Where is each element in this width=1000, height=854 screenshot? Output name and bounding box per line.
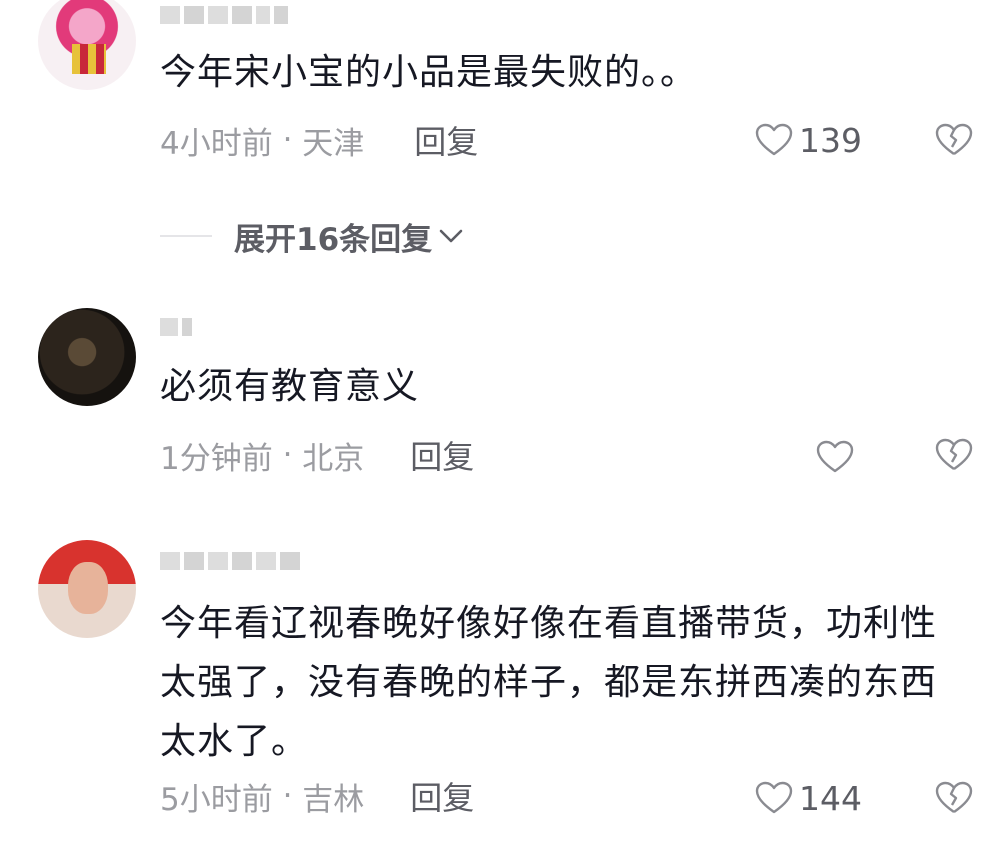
divider-line bbox=[160, 235, 212, 237]
username-blurred[interactable] bbox=[160, 550, 300, 572]
meta-separator: · bbox=[272, 778, 303, 814]
meta-separator: · bbox=[272, 437, 303, 473]
avatar[interactable] bbox=[38, 0, 136, 90]
broken-heart-icon bbox=[935, 438, 973, 470]
comment-item: 今年看辽视春晚好像好像在看直播带货，功利性太强了，没有春晚的样子，都是东拼西凑的… bbox=[0, 530, 1000, 854]
avatar[interactable] bbox=[38, 540, 136, 638]
reply-button[interactable]: 回复 bbox=[410, 432, 474, 478]
comment-item: 必须有教育意义 1分钟前 · 北京 回复 bbox=[0, 300, 1000, 500]
comment-meta: 1分钟前 · 北京 回复 bbox=[160, 432, 474, 478]
like-button[interactable] bbox=[816, 437, 860, 477]
comment-location: 北京 bbox=[302, 440, 365, 477]
like-count: 144 bbox=[799, 778, 862, 818]
meta-separator: · bbox=[272, 122, 303, 158]
comment-text: 今年宋小宝的小品是最失败的。。 bbox=[160, 52, 698, 93]
like-button[interactable]: 139 bbox=[755, 120, 862, 160]
broken-heart-icon bbox=[935, 781, 973, 813]
comment-location: 天津 bbox=[302, 125, 365, 162]
expand-replies-label: 展开16条回复 bbox=[234, 221, 433, 258]
heart-outline-icon bbox=[755, 781, 793, 814]
username-blurred[interactable] bbox=[160, 316, 192, 338]
comment-meta: 5小时前 · 吉林 回复 bbox=[160, 773, 474, 819]
reply-button[interactable]: 回复 bbox=[410, 773, 474, 819]
like-count: 139 bbox=[799, 120, 862, 160]
comment-text: 今年看辽视春晚好像好像在看直播带货，功利性太强了，没有春晚的样子，都是东拼西凑的… bbox=[160, 603, 938, 762]
dislike-button[interactable] bbox=[934, 780, 974, 820]
username-blurred[interactable] bbox=[160, 4, 288, 26]
reply-button[interactable]: 回复 bbox=[414, 117, 478, 163]
avatar[interactable] bbox=[38, 308, 136, 406]
comment-meta: 4小时前 · 天津 回复 bbox=[160, 117, 478, 163]
comment-item: 今年宋小宝的小品是最失败的。。 4小时前 · 天津 回复 139 展开16条回复 bbox=[0, 0, 1000, 258]
dislike-button[interactable] bbox=[934, 437, 974, 477]
expand-replies-button[interactable]: 展开16条回复 bbox=[160, 214, 464, 258]
chevron-down-icon bbox=[439, 229, 463, 243]
like-button[interactable]: 144 bbox=[755, 778, 862, 818]
comment-time: 1分钟前 bbox=[160, 440, 273, 477]
heart-outline-icon bbox=[816, 440, 854, 473]
comment-location: 吉林 bbox=[302, 781, 365, 818]
comment-text: 必须有教育意义 bbox=[160, 366, 420, 407]
dislike-button[interactable] bbox=[934, 122, 974, 162]
comment-time: 4小时前 bbox=[160, 125, 273, 162]
comment-time: 5小时前 bbox=[160, 781, 273, 818]
heart-outline-icon bbox=[755, 123, 793, 156]
broken-heart-icon bbox=[935, 123, 973, 155]
